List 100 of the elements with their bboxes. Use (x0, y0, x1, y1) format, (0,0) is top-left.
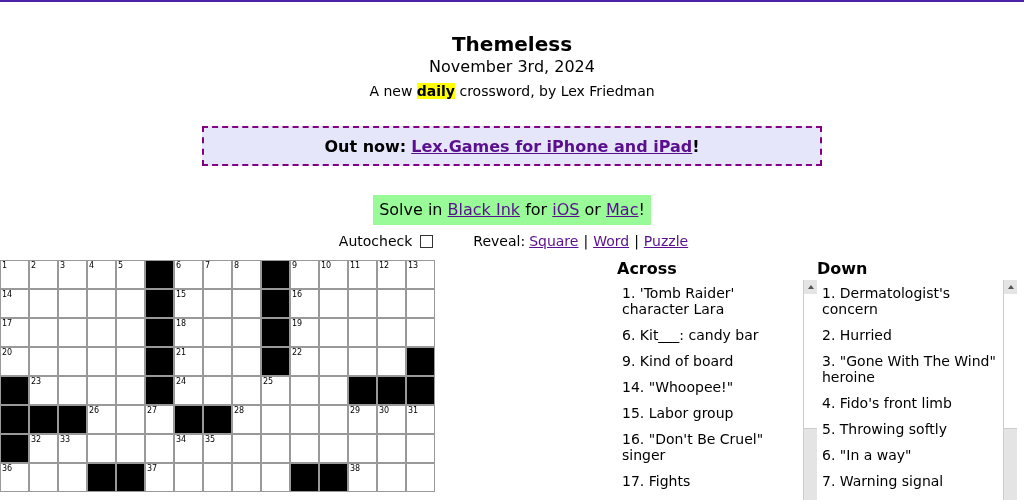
grid-square[interactable] (291, 377, 318, 404)
grid-square[interactable]: 31 (407, 406, 434, 433)
clue-item[interactable]: 2. Hurried (817, 322, 1003, 348)
grid-square[interactable] (30, 290, 57, 317)
grid-square[interactable] (88, 435, 115, 462)
scrollbar[interactable] (1003, 280, 1017, 500)
promo-link[interactable]: Mac (606, 200, 639, 219)
grid-square[interactable]: 3 (59, 261, 86, 288)
grid-square[interactable] (378, 435, 405, 462)
grid-square[interactable] (262, 406, 289, 433)
clue-item[interactable]: 17. Fights (617, 468, 803, 494)
autocheck-checkbox[interactable] (420, 234, 434, 248)
grid-square[interactable]: 37 (146, 464, 173, 491)
clue-item[interactable]: 14. "Whoopee!" (617, 374, 803, 400)
clue-item[interactable]: 9. Kind of board (617, 348, 803, 374)
grid-square[interactable]: 24 (175, 377, 202, 404)
grid-square[interactable] (320, 435, 347, 462)
grid-square[interactable] (59, 290, 86, 317)
reveal-link[interactable]: Puzzle (643, 233, 689, 249)
grid-square[interactable] (378, 348, 405, 375)
grid-square[interactable] (320, 348, 347, 375)
grid-square[interactable]: 4 (88, 261, 115, 288)
grid-square[interactable] (233, 435, 260, 462)
grid-square[interactable]: 26 (88, 406, 115, 433)
grid-square[interactable] (378, 319, 405, 346)
grid-square[interactable] (204, 377, 231, 404)
clue-item[interactable]: 6. "In a way" (817, 442, 1003, 468)
grid-square[interactable] (117, 377, 144, 404)
grid-square[interactable] (291, 406, 318, 433)
grid-square[interactable] (88, 377, 115, 404)
grid-square[interactable] (233, 319, 260, 346)
clue-item[interactable]: 1. Dermatologist's concern (817, 280, 1003, 322)
grid-square[interactable]: 19 (291, 319, 318, 346)
clue-item[interactable]: 3. "Gone With The Wind" heroine (817, 348, 1003, 390)
grid-square[interactable] (88, 290, 115, 317)
grid-square[interactable] (262, 435, 289, 462)
grid-square[interactable]: 27 (146, 406, 173, 433)
grid-square[interactable] (117, 319, 144, 346)
clue-item[interactable]: 1. 'Tomb Raider' character Lara (617, 280, 803, 322)
grid-square[interactable]: 2 (30, 261, 57, 288)
grid-square[interactable] (349, 319, 376, 346)
clue-item[interactable]: 15. Labor group (617, 400, 803, 426)
clue-item[interactable]: 16. "Don't Be Cruel" singer (617, 426, 803, 468)
grid-square[interactable] (204, 319, 231, 346)
grid-square[interactable]: 20 (1, 348, 28, 375)
scrollbar[interactable] (803, 280, 817, 500)
clue-item[interactable]: 7. Warning signal (817, 468, 1003, 494)
grid-square[interactable]: 7 (204, 261, 231, 288)
grid-square[interactable]: 29 (349, 406, 376, 433)
grid-square[interactable] (30, 464, 57, 491)
grid-square[interactable] (117, 290, 144, 317)
grid-square[interactable]: 6 (175, 261, 202, 288)
grid-square[interactable] (349, 435, 376, 462)
grid-square[interactable]: 36 (1, 464, 28, 491)
grid-square[interactable] (30, 348, 57, 375)
grid-square[interactable] (320, 406, 347, 433)
grid-square[interactable]: 8 (233, 261, 260, 288)
grid-square[interactable] (233, 377, 260, 404)
grid-square[interactable] (30, 319, 57, 346)
grid-square[interactable] (59, 377, 86, 404)
grid-square[interactable] (378, 290, 405, 317)
grid-square[interactable]: 18 (175, 319, 202, 346)
grid-square[interactable]: 32 (30, 435, 57, 462)
clue-item[interactable]: 6. Kit___: candy bar (617, 322, 803, 348)
grid-square[interactable]: 38 (349, 464, 376, 491)
grid-square[interactable]: 9 (291, 261, 318, 288)
grid-square[interactable]: 11 (349, 261, 376, 288)
reveal-link[interactable]: Word (593, 233, 630, 249)
grid-square[interactable] (88, 319, 115, 346)
grid-square[interactable] (146, 435, 173, 462)
grid-square[interactable] (117, 348, 144, 375)
promo-link[interactable]: Black Ink (447, 200, 521, 219)
grid-square[interactable]: 21 (175, 348, 202, 375)
app-link[interactable]: Lex.Games for iPhone and iPad (411, 136, 693, 156)
grid-square[interactable] (117, 435, 144, 462)
reveal-link[interactable]: Square (529, 233, 579, 249)
grid-square[interactable]: 22 (291, 348, 318, 375)
grid-square[interactable]: 14 (1, 290, 28, 317)
grid-square[interactable] (378, 464, 405, 491)
grid-square[interactable]: 12 (378, 261, 405, 288)
grid-square[interactable]: 28 (233, 406, 260, 433)
grid-square[interactable] (59, 464, 86, 491)
clue-item[interactable]: 4. Fido's front limb (817, 390, 1003, 416)
grid-square[interactable] (407, 435, 434, 462)
grid-square[interactable]: 13 (407, 261, 434, 288)
grid-square[interactable] (59, 348, 86, 375)
grid-square[interactable]: 25 (262, 377, 289, 404)
grid-square[interactable]: 16 (291, 290, 318, 317)
grid-square[interactable] (175, 464, 202, 491)
grid-square[interactable] (204, 464, 231, 491)
grid-square[interactable] (204, 290, 231, 317)
grid-square[interactable] (233, 290, 260, 317)
grid-square[interactable]: 35 (204, 435, 231, 462)
grid-square[interactable] (262, 464, 289, 491)
grid-square[interactable]: 1 (1, 261, 28, 288)
grid-square[interactable] (320, 290, 347, 317)
grid-square[interactable]: 15 (175, 290, 202, 317)
grid-square[interactable] (204, 348, 231, 375)
grid-square[interactable] (59, 319, 86, 346)
grid-square[interactable] (407, 319, 434, 346)
